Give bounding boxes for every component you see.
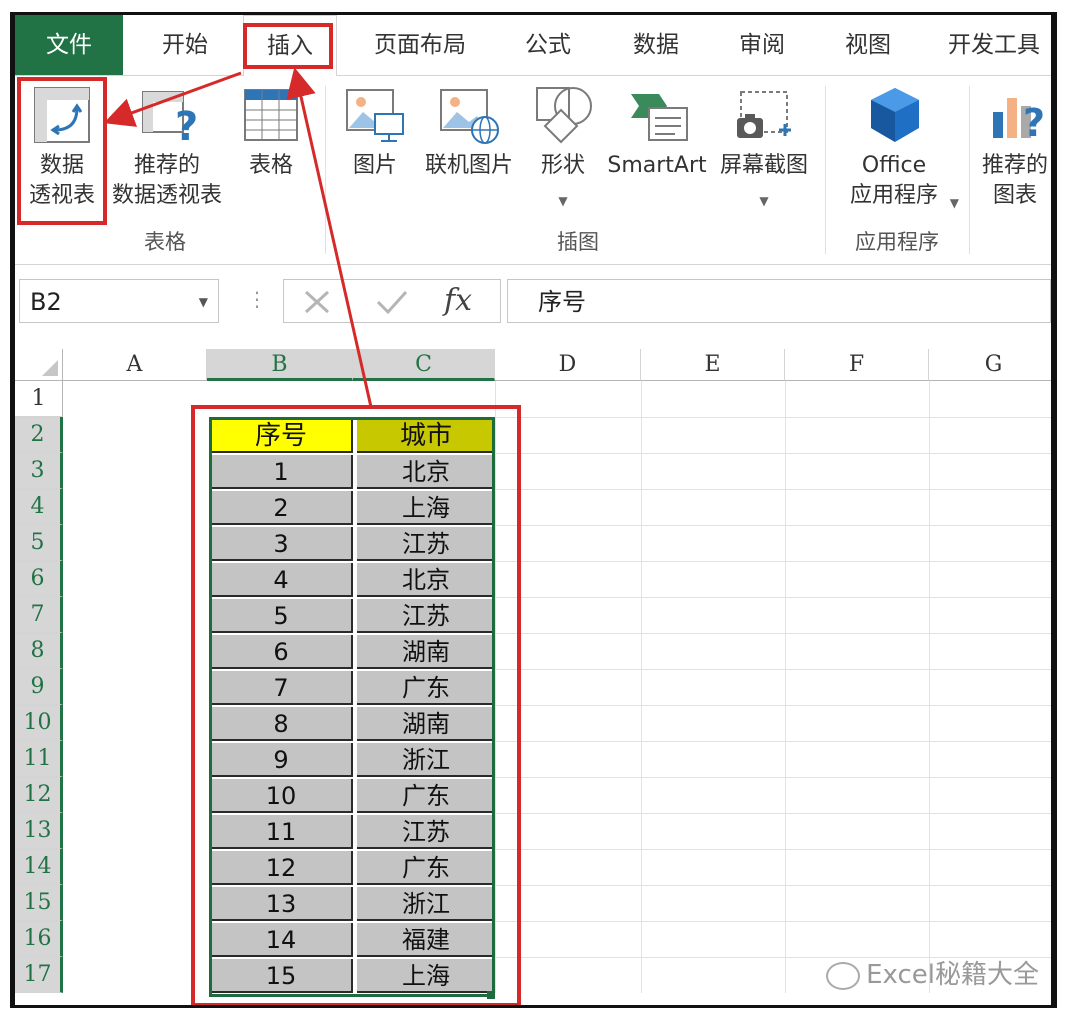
excel-window: 文件 开始 插入 页面布局 公式 数据 审阅 视图 开发工具 数据 透视表 ? … <box>10 12 1057 1008</box>
annotation-arrows <box>103 67 373 408</box>
arrow-to-insert-tab <box>286 67 373 408</box>
arrow-to-pivot-table <box>103 71 242 127</box>
